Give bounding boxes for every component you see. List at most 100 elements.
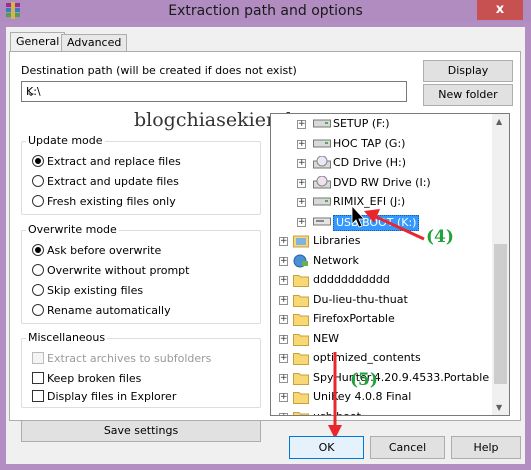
expand-icon[interactable]: +: [279, 276, 288, 285]
tree-item-label: optimized_contents: [313, 351, 421, 364]
overwrite-mode-option[interactable]: Rename automatically: [32, 304, 171, 317]
tree-item-label: ddddddddddd: [313, 273, 390, 286]
expand-icon[interactable]: +: [297, 139, 306, 149]
tree-item-label: NEW: [313, 331, 340, 345]
update-mode-group: Update mode Extract and replace files Ex…: [21, 134, 261, 215]
tree-item[interactable]: + UniKey 4.0.8 Final: [271, 388, 493, 406]
tree-item[interactable]: + NEW: [271, 330, 493, 348]
vertical-scrollbar[interactable]: ▲ ▼: [492, 114, 509, 415]
display-button[interactable]: Display: [423, 60, 513, 82]
destination-path-combo[interactable]: K:\ ⌄: [21, 81, 407, 102]
new-folder-button[interactable]: New folder: [423, 84, 513, 106]
folder-tree[interactable]: + SETUP (F:) + HOC TAP (G:) + CD Drive (H:) + D…: [270, 113, 510, 416]
step-4-label: (4): [426, 227, 454, 247]
overwrite-mode-option[interactable]: Skip existing files: [32, 284, 143, 297]
tree-item[interactable]: + ddddddddddd: [271, 271, 493, 289]
expand-icon[interactable]: +: [297, 217, 306, 227]
option-label: Rename automatically: [47, 304, 171, 317]
tree-item[interactable]: + Network: [271, 252, 493, 270]
expand-icon[interactable]: +: [297, 159, 306, 168]
tree-item[interactable]: + Du-lieu-thu-thuat: [271, 291, 493, 309]
help-button[interactable]: Help: [451, 436, 521, 459]
tree-item[interactable]: + SpyHunter.4.20.9.4533.Portable no d: [271, 369, 509, 387]
checkbox: [32, 352, 44, 364]
option-label: Extract archives to subfolders: [47, 352, 212, 365]
tab-general[interactable]: General: [10, 32, 66, 52]
tree-item-label: HOC TAP (G:): [333, 136, 406, 150]
cancel-button[interactable]: Cancel: [370, 436, 445, 459]
expand-icon[interactable]: +: [279, 393, 288, 402]
folder-icon: [293, 410, 309, 415]
tree-item-label: FirefoxPortable: [313, 312, 395, 325]
title-bar: Extraction path and options x: [0, 0, 531, 22]
destination-label: Destination path (will be created if doe…: [21, 64, 297, 77]
misc-option[interactable]: Keep broken files: [32, 372, 141, 385]
tree-item[interactable]: + FirefoxPortable: [271, 310, 493, 328]
checkbox[interactable]: [32, 390, 44, 402]
radio-button[interactable]: [32, 264, 44, 276]
tree-item[interactable]: + optimized_contents: [271, 349, 493, 367]
usb-drive-icon: [313, 215, 331, 233]
drive-icon: [313, 117, 331, 135]
tab-advanced[interactable]: Advanced: [61, 34, 128, 52]
tree-item[interactable]: + Libraries: [271, 232, 493, 250]
option-label: Fresh existing files only: [47, 195, 176, 208]
option-label: Extract and replace files: [47, 155, 181, 168]
save-settings-button[interactable]: Save settings: [21, 420, 261, 442]
option-label: Display files in Explorer: [47, 390, 177, 403]
expand-icon[interactable]: +: [297, 198, 306, 207]
tree-item[interactable]: + RIMIX_EFI (J:): [271, 193, 493, 211]
radio-button[interactable]: [32, 175, 44, 187]
overwrite-mode-group: Overwrite mode Ask before overwrite Over…: [21, 223, 261, 324]
expand-icon[interactable]: +: [297, 178, 306, 188]
tree-item-label: SpyHunter.4.20.9.4533.Portable no d: [313, 370, 510, 384]
step-5-label: (5): [350, 370, 378, 390]
miscellaneous-title: Miscellaneous: [26, 331, 108, 344]
expand-icon[interactable]: +: [279, 295, 288, 305]
expand-icon[interactable]: +: [279, 256, 288, 266]
tree-item[interactable]: + SETUP (F:): [271, 115, 493, 133]
radio-button[interactable]: [32, 304, 44, 316]
option-label: Extract and update files: [47, 175, 179, 188]
tree-item[interactable]: + CD Drive (H:): [271, 154, 493, 172]
tree-item-label: Du-lieu-thu-thuat: [313, 292, 408, 306]
radio-button[interactable]: [32, 244, 44, 256]
misc-option[interactable]: Display files in Explorer: [32, 390, 176, 403]
tree-item-label: Network: [313, 253, 359, 267]
tree-item-label: RIMIX_EFI (J:): [333, 195, 406, 208]
expand-icon[interactable]: +: [297, 120, 306, 129]
tree-item-label: USB BOOT (K:): [333, 214, 420, 231]
tree-item-label: UniKey 4.0.8 Final: [313, 390, 412, 403]
overwrite-mode-option[interactable]: Ask before overwrite: [32, 244, 161, 257]
update-mode-title: Update mode: [26, 134, 105, 147]
radio-button[interactable]: [32, 284, 44, 296]
radio-button[interactable]: [32, 195, 44, 207]
expand-icon[interactable]: +: [279, 334, 288, 344]
tree-item[interactable]: + DVD RW Drive (I:): [271, 174, 493, 192]
radio-button[interactable]: [32, 155, 44, 167]
expand-icon[interactable]: +: [279, 237, 288, 246]
close-button[interactable]: x: [477, 0, 523, 20]
scroll-up-icon[interactable]: ▲: [496, 117, 502, 126]
drive-icon: [313, 195, 331, 213]
miscellaneous-group: Miscellaneous Extract archives to subfol…: [21, 331, 261, 408]
scrollbar-thumb[interactable]: [494, 244, 507, 384]
tree-item[interactable]: + usb boot: [271, 408, 493, 416]
update-mode-option[interactable]: Extract and update files: [32, 175, 179, 188]
update-mode-option[interactable]: Extract and replace files: [32, 155, 181, 168]
expand-icon[interactable]: +: [279, 354, 288, 363]
tree-item-label: usb boot: [313, 409, 361, 416]
tree-item[interactable]: + HOC TAP (G:): [271, 135, 493, 153]
expand-icon[interactable]: +: [279, 315, 288, 324]
tree-item[interactable]: + USB BOOT (K:): [271, 213, 493, 231]
chevron-down-icon[interactable]: ⌄: [26, 85, 402, 99]
update-mode-option[interactable]: Fresh existing files only: [32, 195, 176, 208]
overwrite-mode-title: Overwrite mode: [26, 223, 119, 236]
overwrite-mode-option[interactable]: Overwrite without prompt: [32, 264, 189, 277]
close-icon: x: [495, 2, 505, 17]
scroll-down-icon[interactable]: ▼: [496, 403, 502, 412]
checkbox[interactable]: [32, 372, 44, 384]
ok-button[interactable]: OK: [289, 436, 364, 459]
expand-icon[interactable]: +: [279, 373, 288, 383]
expand-icon[interactable]: +: [279, 412, 288, 415]
